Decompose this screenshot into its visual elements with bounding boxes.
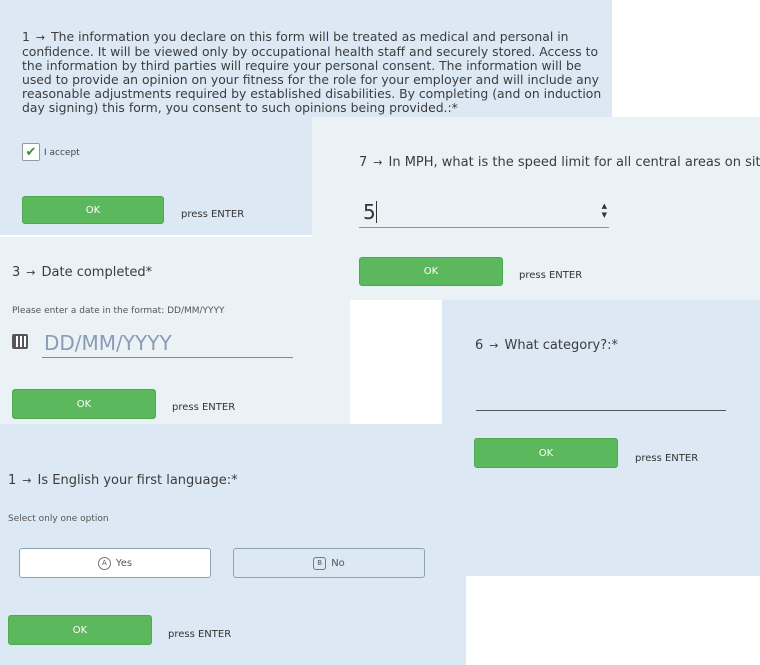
speed-question-text: In MPH, what is the speed limit for all … bbox=[388, 155, 760, 170]
question-number: 6 bbox=[475, 338, 484, 353]
arrow-right-icon: → bbox=[26, 266, 36, 279]
press-enter-hint: press ENTER bbox=[519, 270, 583, 281]
option-yes[interactable]: A Yes bbox=[19, 548, 211, 578]
date-question-text: Date completed* bbox=[41, 265, 153, 280]
date-panel: 3 → Date completed* Please enter a date in… bbox=[0, 237, 350, 427]
question-number: 3 bbox=[12, 265, 21, 280]
arrow-right-icon: → bbox=[35, 31, 46, 44]
category-question: 6 → What category?:* bbox=[475, 338, 618, 353]
option-no[interactable]: B No bbox=[233, 548, 425, 578]
ok-button[interactable]: OK bbox=[22, 196, 164, 224]
press-enter-hint: press ENTER bbox=[172, 402, 236, 413]
consent-question: 1 → The information you declare on this fo… bbox=[22, 30, 602, 115]
speed-value: 5 bbox=[363, 200, 376, 224]
consent-text: The information you declare on this form… bbox=[22, 29, 602, 115]
speed-input[interactable]: 5 ▲ ▼ bbox=[359, 197, 609, 228]
check-icon: ✔ bbox=[25, 144, 37, 160]
press-enter-hint: press ENTER bbox=[635, 453, 699, 464]
arrow-right-icon: → bbox=[373, 156, 383, 169]
question-number: 1 bbox=[22, 29, 30, 44]
language-panel: 1 → Is English your first language:* Selec… bbox=[0, 424, 466, 665]
category-input[interactable] bbox=[476, 384, 726, 411]
question-number: 7 bbox=[359, 155, 368, 170]
date-placeholder: DD/MM/YYYY bbox=[44, 331, 172, 355]
press-enter-hint: press ENTER bbox=[181, 209, 245, 220]
language-question: 1 → Is English your first language:* bbox=[8, 473, 238, 488]
category-panel: 6 → What category?:* OK press ENTER bbox=[442, 300, 760, 576]
speed-question: 7 → In MPH, what is the speed limit for al… bbox=[359, 155, 760, 170]
date-input[interactable]: DD/MM/YYYY bbox=[42, 327, 293, 358]
ok-button[interactable]: OK bbox=[359, 257, 503, 286]
ok-button[interactable]: OK bbox=[8, 615, 152, 645]
ok-button[interactable]: OK bbox=[12, 389, 156, 419]
spinner-up-icon[interactable]: ▲ bbox=[602, 202, 607, 210]
accept-checkbox[interactable]: ✔ bbox=[22, 143, 40, 161]
text-cursor bbox=[376, 201, 377, 223]
arrow-right-icon: → bbox=[22, 474, 32, 487]
language-question-text: Is English your first language:* bbox=[37, 473, 238, 488]
spinner-down-icon[interactable]: ▼ bbox=[602, 211, 607, 219]
date-question: 3 → Date completed* bbox=[12, 265, 152, 280]
question-number: 1 bbox=[8, 473, 17, 488]
calendar-icon[interactable] bbox=[12, 334, 28, 349]
accept-label: I accept bbox=[44, 148, 80, 158]
key-b-icon: B bbox=[313, 556, 327, 570]
ok-button[interactable]: OK bbox=[474, 438, 618, 468]
language-instruction: Select only one option bbox=[8, 514, 109, 524]
press-enter-hint: press ENTER bbox=[168, 629, 232, 640]
date-instruction: Please enter a date in the format: DD/MM… bbox=[12, 306, 225, 316]
option-label: No bbox=[331, 557, 345, 569]
option-label: Yes bbox=[115, 557, 133, 569]
key-a-icon: A bbox=[97, 556, 111, 570]
arrow-right-icon: → bbox=[489, 339, 499, 352]
speed-panel: 7 → In MPH, what is the speed limit for al… bbox=[312, 117, 760, 300]
category-question-text: What category?:* bbox=[504, 338, 619, 353]
